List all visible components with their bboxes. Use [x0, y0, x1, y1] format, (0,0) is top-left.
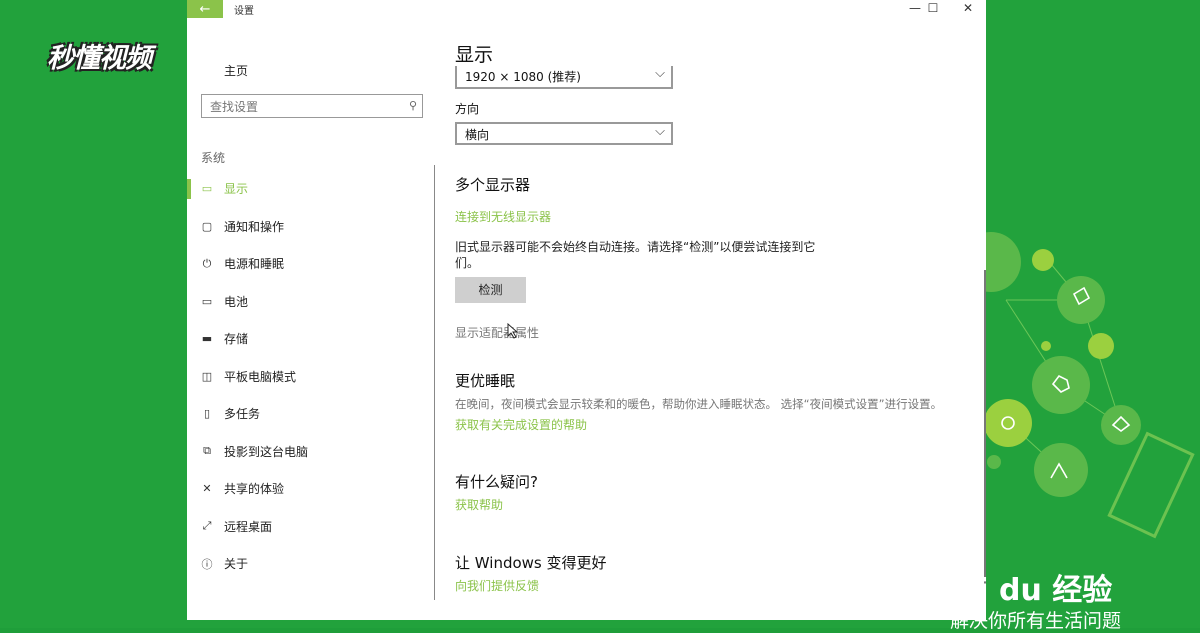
sleep-help-link[interactable]: 获取有关完成设置的帮助 [455, 416, 587, 433]
resolution-dropdown[interactable]: 1920 × 1080 (推荐) ⌵ [455, 66, 673, 89]
section-heading: 系统 [201, 151, 226, 165]
improve-heading: 让 Windows 变得更好 [455, 554, 607, 572]
sidebar-item-label: 共享的体验 [224, 482, 285, 497]
project-icon: ⧉ [203, 444, 211, 458]
remote-icon: ⤢ [202, 519, 212, 533]
sidebar-item-label: 电源和睡眠 [224, 257, 285, 272]
sidebar-item-label: 多任务 [224, 407, 261, 422]
tablet-icon: ◫ [201, 369, 213, 383]
maximize-button[interactable]: ☐ [918, 0, 948, 18]
sidebar-item-label: 关于 [224, 557, 249, 572]
title-bar: ← 设置 — ☐ ✕ [187, 0, 986, 18]
scrollbar[interactable] [984, 270, 986, 600]
sidebar-item-label: 远程桌面 [224, 519, 273, 534]
back-arrow-icon: ← [199, 1, 211, 17]
back-button[interactable]: ← [187, 0, 223, 18]
home-link[interactable]: 主页 [224, 62, 248, 79]
close-button[interactable]: ✕ [953, 0, 983, 18]
miaodong-logo: 秒懂视频 [47, 43, 152, 74]
search-input[interactable] [208, 96, 402, 118]
sidebar-nav: ▭ 显示 ▢ 通知和操作 ⏻ 电源和睡眠 ▭ 电池 ▬ 存储 ◫ 平板电脑模式 [187, 170, 437, 583]
legacy-display-text: 旧式显示器可能不会始终自动连接。请选择“检测”以便尝试连接到它 [455, 240, 816, 254]
orientation-label: 方向 [455, 102, 480, 116]
sidebar-item-battery[interactable]: ▭ 电池 [187, 283, 437, 321]
chevron-down-icon: ⌵ [655, 66, 665, 81]
panel-divider [434, 165, 435, 600]
sidebar-item-about[interactable]: ⓘ 关于 [187, 545, 437, 583]
settings-window: ← 设置 — ☐ ✕ 主页 ⚲ 系统 ▭ 显示 ▢ 通知和操作 ⏻ 电源和睡眠 [187, 0, 986, 620]
chevron-down-icon: ⌵ [655, 124, 665, 139]
wireless-display-link[interactable]: 连接到无线显示器 [455, 208, 551, 225]
adapter-properties-link[interactable]: 显示适配器属性 [455, 324, 539, 341]
sidebar-item-label: 显示 [224, 182, 249, 197]
question-heading: 有什么疑问? [455, 473, 538, 491]
sleep-heading: 更优睡眠 [455, 372, 516, 390]
message-icon: ▢ [201, 219, 213, 233]
window-title: 设置 [234, 6, 254, 17]
storage-icon: ▬ [201, 332, 213, 346]
sidebar-item-label: 投影到这台电脑 [224, 444, 309, 459]
baidu-decoration [986, 232, 1195, 539]
search-icon[interactable]: ⚲ [409, 99, 417, 112]
sidebar-item-label: 存储 [224, 332, 249, 347]
sidebar-item-tablet[interactable]: ◫ 平板电脑模式 [187, 358, 437, 396]
sidebar-item-project[interactable]: ⧉ 投影到这台电脑 [187, 433, 437, 471]
orientation-dropdown[interactable]: 横向 ⌵ [455, 122, 673, 145]
sidebar-item-label: 电池 [224, 294, 249, 309]
sidebar-item-storage[interactable]: ▬ 存储 [187, 320, 437, 358]
detect-button[interactable]: 检测 [455, 277, 526, 303]
legacy-display-text-end: 们。 [455, 256, 480, 270]
sidebar-item-display[interactable]: ▭ 显示 [187, 170, 437, 208]
get-help-link[interactable]: 获取帮助 [455, 496, 503, 513]
baidu-jingyan-logo: ai du 经验 [958, 573, 1113, 608]
mouse-cursor-icon [507, 323, 519, 339]
orientation-value: 横向 [465, 128, 490, 142]
share-icon: ✕ [202, 482, 212, 496]
sleep-description: 在晚间，夜间模式会显示较柔和的暖色，帮助你进入睡眠状态。 选择“夜间模式设置”进… [455, 397, 943, 411]
info-icon: ⓘ [201, 557, 213, 571]
battery-icon: ▭ [201, 294, 213, 308]
feedback-link[interactable]: 向我们提供反馈 [455, 577, 539, 594]
sidebar: 主页 ⚲ 系统 ▭ 显示 ▢ 通知和操作 ⏻ 电源和睡眠 ▭ 电池 [187, 18, 437, 618]
sidebar-item-remote[interactable]: ⤢ 远程桌面 [187, 508, 437, 546]
monitor-icon: ▭ [201, 182, 213, 196]
sidebar-item-multitask[interactable]: ▯ 多任务 [187, 395, 437, 433]
baidu-slogan: 解决你所有生活问题 [950, 610, 1122, 632]
multitask-icon: ▯ [203, 407, 211, 421]
power-icon: ⏻ [202, 256, 212, 270]
search-box[interactable]: ⚲ [201, 94, 423, 118]
sidebar-item-label: 平板电脑模式 [224, 369, 297, 384]
sidebar-item-label: 通知和操作 [224, 219, 285, 234]
sidebar-item-share[interactable]: ✕ 共享的体验 [187, 470, 437, 508]
resolution-value: 1920 × 1080 (推荐) [465, 70, 581, 84]
sidebar-item-notifications[interactable]: ▢ 通知和操作 [187, 208, 437, 246]
multi-display-heading: 多个显示器 [455, 176, 531, 194]
page-title: 显示 [455, 44, 494, 66]
sidebar-item-power[interactable]: ⏻ 电源和睡眠 [187, 245, 437, 283]
